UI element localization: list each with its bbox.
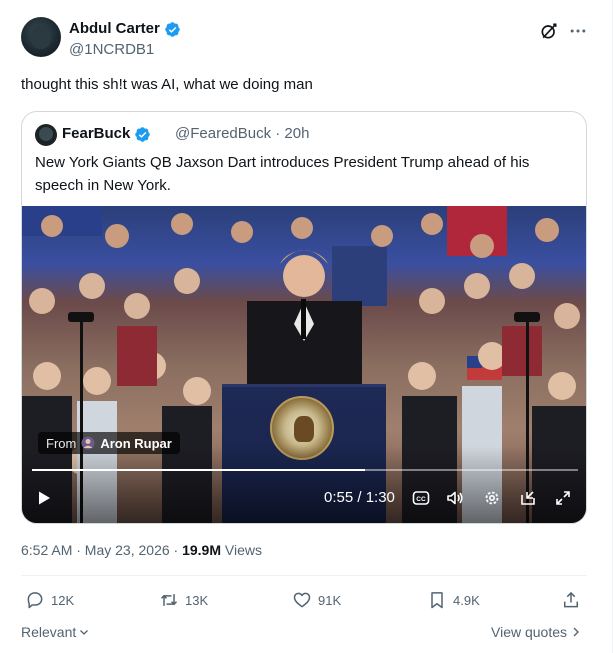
captions-icon[interactable]: CC (412, 489, 430, 507)
play-icon[interactable] (36, 490, 52, 506)
video-attribution[interactable]: From Aron Rupar (38, 432, 180, 454)
post: Abdul Carter @1NCRDB1 thought this sh!t … (0, 0, 613, 653)
grok-icon[interactable] (539, 21, 559, 41)
post-timestamp[interactable]: 6:52 AM · May 23, 2026 · (21, 542, 182, 558)
quoted-author-handle-time[interactable]: @FearedBuck · 20h (175, 124, 309, 144)
view-quotes-link[interactable]: View quotes (491, 623, 581, 641)
author-name-row[interactable]: Abdul Carter (69, 19, 181, 39)
view-quotes-label: View quotes (491, 624, 568, 640)
attribution-prefix: From (46, 435, 77, 451)
quoted-author-avatar[interactable] (35, 124, 57, 146)
heart-icon (293, 592, 311, 608)
views-count: 19.9M (182, 542, 222, 558)
post-meta: 6:52 AM · May 23, 2026 · 19.9M Views (21, 540, 262, 560)
reply-button[interactable]: 12K (25, 589, 74, 611)
quoted-author-name-row[interactable]: FearBuck (62, 124, 151, 144)
bookmark-button[interactable]: 4.9K (427, 589, 480, 611)
share-button[interactable] (561, 589, 581, 611)
svg-text:CC: CC (416, 496, 426, 503)
chevron-right-icon (573, 627, 580, 637)
quoted-post-text: New York Giants QB Jaxson Dart introduce… (35, 154, 530, 194)
bookmark-icon (431, 592, 443, 609)
volume-icon[interactable] (446, 489, 464, 507)
video-controls-shade (22, 446, 586, 523)
author-handle[interactable]: @1NCRDB1 (69, 40, 154, 60)
chevron-down-icon (80, 630, 89, 635)
reply-count: 12K (51, 592, 75, 608)
relevant-label: Relevant (21, 624, 77, 640)
repost-button[interactable]: 13K (159, 589, 208, 611)
post-text: thought this sh!t was AI, what we doing … (21, 76, 313, 93)
settings-gear-icon[interactable] (483, 489, 501, 507)
divider (21, 575, 587, 576)
attribution-avatar-icon (81, 436, 95, 450)
fullscreen-icon[interactable] (554, 489, 572, 507)
quoted-author-name[interactable]: FearBuck (62, 124, 130, 144)
reply-icon (27, 592, 43, 609)
repost-icon (160, 594, 178, 606)
video-time: 0:55 / 1:30 (324, 489, 395, 506)
share-icon (564, 591, 578, 608)
bookmark-count: 4.9K (453, 592, 480, 608)
video-player[interactable]: From Aron Rupar 0:55 / 1:30 CC (22, 206, 586, 523)
more-options-icon[interactable] (568, 21, 588, 41)
views-label: Views (221, 542, 262, 558)
relevant-sort-dropdown[interactable]: Relevant (21, 623, 90, 641)
verified-badge-icon (135, 126, 151, 142)
video-progress-fill (32, 469, 366, 471)
like-button[interactable]: 91K (292, 589, 341, 611)
quoted-post[interactable]: FearBuck @FearedBuck · 20h New York Gian… (21, 111, 587, 524)
author-avatar[interactable] (21, 17, 61, 57)
attribution-source[interactable]: Aron Rupar (100, 436, 172, 451)
video-progress-bar[interactable] (32, 469, 578, 471)
picture-in-picture-icon[interactable] (519, 489, 537, 507)
author-name[interactable]: Abdul Carter (69, 19, 160, 39)
repost-count: 13K (185, 592, 209, 608)
verified-badge-icon (165, 21, 180, 37)
like-count: 91K (318, 592, 342, 608)
